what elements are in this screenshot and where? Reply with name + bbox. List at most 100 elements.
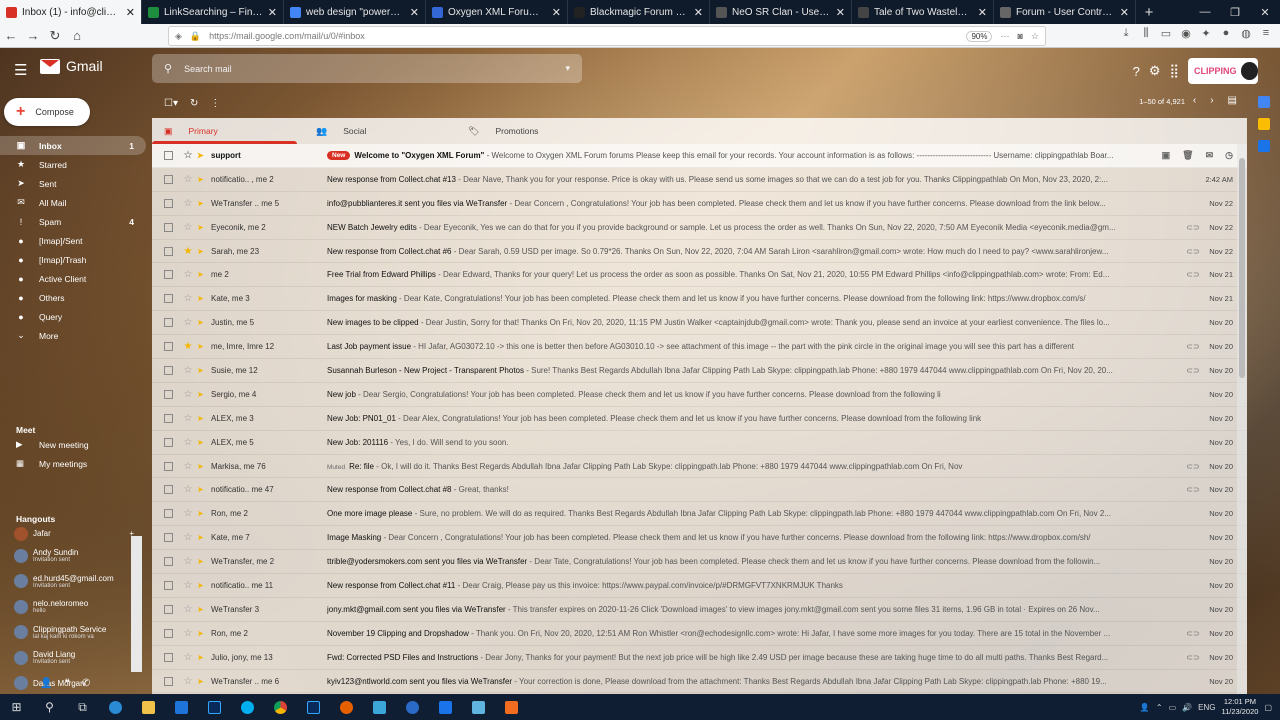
email-row[interactable]: ☆ ➤ WeTransfer .. me 6 kyiv123@ntlworld.com… [152,670,1247,694]
notifications-icon[interactable]: ▢ [1264,703,1272,712]
browser-tab[interactable]: Tale of Two Wastelands - Use ✕ [852,0,994,24]
star-icon[interactable]: ☆ [179,150,197,161]
star-icon[interactable]: ☆ [179,676,197,687]
star-icon[interactable]: ☆ [179,580,197,591]
delete-icon[interactable]: 🗑 [1182,150,1193,161]
row-checkbox[interactable] [164,389,173,399]
browser-tab[interactable]: Oxygen XML Forum - User C ✕ [426,0,568,24]
row-checkbox[interactable] [164,342,173,352]
file-explorer-icon[interactable] [132,694,165,720]
row-checkbox[interactable] [164,318,173,328]
star-icon[interactable]: ☆ [179,222,197,233]
browser-tab[interactable]: Blackmagic Forum • User Co ✕ [568,0,710,24]
row-checkbox[interactable] [164,628,173,638]
row-checkbox[interactable] [164,676,173,686]
star-icon[interactable]: ☆ [179,389,197,400]
important-marker-icon[interactable]: ➤ [197,677,207,686]
browser-tab[interactable]: NeO SR Clan - User Control Pane ✕ [710,0,852,24]
important-marker-icon[interactable]: ➤ [197,294,207,303]
row-checkbox[interactable] [164,485,173,495]
star-icon[interactable]: ☆ [179,413,197,424]
browser-tab[interactable]: LinkSearching – Find your Ba ✕ [142,0,284,24]
hangouts-contact[interactable]: nelo.neloromeo hello [0,594,146,620]
chrome-icon[interactable] [264,694,297,720]
important-marker-icon[interactable]: ➤ [197,557,207,566]
more-options-icon[interactable]: ⋮ [210,98,220,109]
star-icon[interactable]: ☆ [179,317,197,328]
star-icon[interactable]: ☆ [179,556,197,567]
sidebar-item-sent[interactable]: ➤ Sent [0,174,146,193]
gmail-logo[interactable]: Gmail [40,58,103,74]
mail-app-icon[interactable] [165,694,198,720]
browser-tab[interactable]: Forum - User Control Panel - Reg ✕ [994,0,1136,24]
sidebar-item-inbox[interactable]: ▣ Inbox 1 [0,136,146,155]
close-tab-icon[interactable]: ✕ [1120,6,1129,19]
sidebar-item-active-client[interactable]: ● Active Client [0,269,146,288]
row-checkbox[interactable] [164,652,173,662]
close-tab-icon[interactable]: ✕ [126,6,135,19]
sidebar-icon[interactable]: ▭ [1158,27,1174,40]
email-row[interactable]: ☆ ➤ notificatio.. , me 2 New response from … [152,168,1247,192]
important-marker-icon[interactable]: ➤ [197,247,207,256]
sidebar-item-spam[interactable]: ! Spam 4 [0,212,146,231]
tab-social[interactable]: 👥 Social [304,118,456,144]
row-checkbox[interactable] [164,222,173,232]
search-bar[interactable]: ⚲ Search mail ▾ [152,54,582,83]
email-row[interactable]: ☆ ➤ Sergio, me 4 New job - Dear Sergio, Con… [152,383,1247,407]
email-row[interactable]: ☆ ➤ Kate, me 7 Image Masking - Dear Concern… [152,526,1247,551]
search-input[interactable]: Search mail [184,64,553,74]
star-icon[interactable]: ☆ [179,484,197,495]
next-page-icon[interactable]: › [1210,95,1213,106]
close-tab-icon[interactable]: ✕ [836,6,845,19]
app-icon[interactable] [429,694,462,720]
email-row[interactable]: ☆ ➤ ALEX, me 3 New Job: PN01_01 - Dear Alex… [152,407,1247,431]
row-checkbox[interactable] [164,365,173,375]
row-checkbox[interactable] [164,270,173,280]
browser-tab[interactable]: web design "powered by ph ✕ [284,0,426,24]
search-icon[interactable]: ⚲ [33,694,66,720]
email-row[interactable]: ☆ ➤ Ron, me 2 One more image please - Sure,… [152,502,1247,527]
close-tab-icon[interactable]: ✕ [268,6,277,19]
search-options-icon[interactable]: ▾ [565,63,570,74]
keep-icon[interactable] [1258,118,1270,130]
home-icon[interactable]: ⌂ [66,25,88,47]
email-row[interactable]: ☆ ➤ WeTransfer, me 2 ttrible@yodersmokers.c… [152,550,1247,575]
important-marker-icon[interactable]: ➤ [197,438,207,447]
star-icon[interactable]: ☆ [179,174,197,185]
row-checkbox[interactable] [164,437,173,447]
back-icon[interactable]: ← [0,25,22,47]
hangouts-contact[interactable]: Clippingpath Service lal kaj kam ki rokom… [0,620,146,646]
prev-page-icon[interactable]: ‹ [1193,95,1196,106]
important-marker-icon[interactable]: ➤ [197,605,207,614]
important-marker-icon[interactable]: ➤ [197,509,207,518]
star-icon[interactable]: ☆ [179,604,197,615]
snooze-icon[interactable]: ◷ [1225,150,1233,161]
row-checkbox[interactable] [164,580,173,590]
density-icon[interactable]: ▤ [1228,95,1237,106]
meet-item[interactable]: ▶ New meeting [0,435,146,454]
important-marker-icon[interactable]: ➤ [197,223,207,232]
help-icon[interactable]: ? [1133,64,1140,79]
extension-icon[interactable]: ● [1218,27,1234,40]
menu-icon[interactable]: ≡ [1258,27,1274,40]
network-icon[interactable]: ▭ [1169,703,1177,712]
email-row[interactable]: ☆ ➤ me 2 Free Trial from Edward Phillips - … [152,263,1247,288]
email-row[interactable]: ☆ ➤ ALEX, me 5 New Job: 201116 - Yes, I do.… [152,431,1247,455]
account-brand-badge[interactable]: CLIPPING [1188,58,1258,84]
new-tab-button[interactable]: + [1136,0,1162,24]
select-all-checkbox[interactable]: ☐▾ [164,98,178,109]
app-icon[interactable] [462,694,495,720]
extension-icon[interactable]: ✦ [1198,27,1214,40]
important-marker-icon[interactable]: ➤ [197,151,207,160]
email-row[interactable]: ★ ➤ Sarah, me 23 New response from Collect.… [152,240,1247,264]
close-window-icon[interactable]: ✕ [1250,0,1280,24]
hangouts-contact[interactable]: ed.hurd45@gmail.com Invitation sent [0,569,146,595]
person-icon[interactable]: 👤 [40,678,52,689]
email-row[interactable]: ☆ ➤ Markisa, me 76 Muted Re: file - Ok, I wi… [152,455,1247,479]
forward-icon[interactable]: → [22,25,44,47]
app-icon[interactable] [495,694,528,720]
reload-icon[interactable]: ↻ [44,25,66,47]
important-marker-icon[interactable]: ➤ [197,653,207,662]
archive-icon[interactable]: ▣ [1162,150,1171,161]
photoshop-icon[interactable] [198,694,231,720]
